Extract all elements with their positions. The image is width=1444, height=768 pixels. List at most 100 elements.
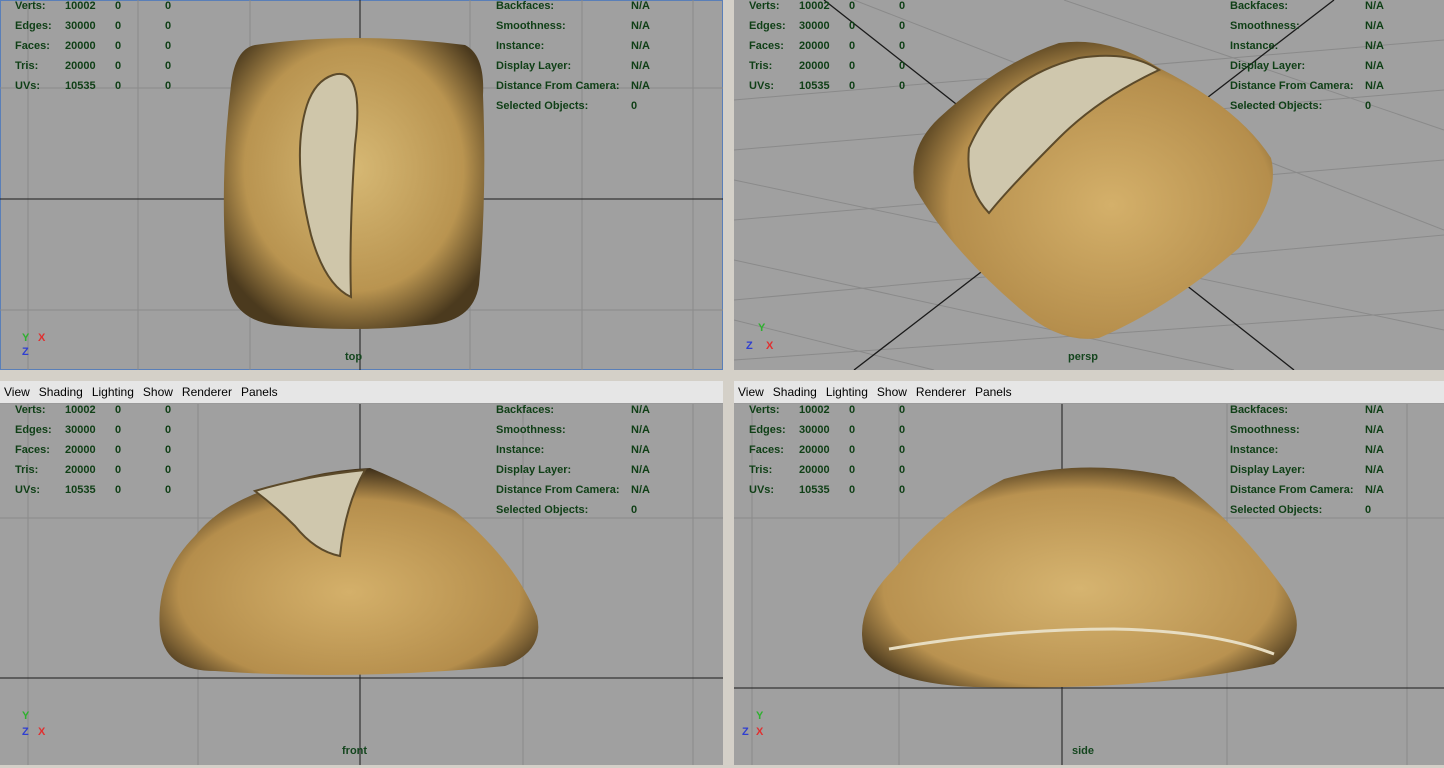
- menu-show[interactable]: Show: [877, 385, 907, 399]
- info-label: Instance:: [496, 40, 545, 52]
- camera-name: side: [1072, 745, 1095, 757]
- stat-total: 30000: [799, 424, 830, 436]
- axis-x-label: X: [38, 332, 46, 344]
- bread-model-persp: [913, 41, 1273, 339]
- stat-triangles: 0: [899, 484, 906, 496]
- menu-shading[interactable]: Shading: [39, 385, 83, 399]
- stat-triangles: 0: [899, 404, 906, 416]
- stat-label: Verts:: [749, 0, 780, 12]
- stat-selected: 0: [115, 40, 122, 52]
- stat-label: UVs:: [15, 80, 41, 92]
- stat-triangles: 0: [165, 60, 172, 72]
- stat-total: 20000: [65, 464, 96, 476]
- stat-label: UVs:: [15, 484, 41, 496]
- info-value: N/A: [1365, 40, 1384, 52]
- stat-total: 20000: [65, 60, 96, 72]
- bread-model-top: [223, 38, 485, 329]
- menu-view[interactable]: View: [4, 385, 30, 399]
- stat-total: 20000: [799, 444, 830, 456]
- stat-label: UVs:: [749, 484, 775, 496]
- menu-renderer[interactable]: Renderer: [182, 385, 232, 399]
- info-value: 0: [631, 100, 638, 112]
- info-label: Selected Objects:: [1230, 100, 1323, 112]
- stat-total: 20000: [799, 464, 830, 476]
- camera-name: persp: [1068, 351, 1098, 363]
- menu-shading[interactable]: Shading: [773, 385, 817, 399]
- stat-triangles: 0: [165, 444, 172, 456]
- info-value: N/A: [1365, 80, 1384, 92]
- stat-triangles: 0: [165, 80, 172, 92]
- stat-total: 10535: [65, 484, 96, 496]
- info-label: Distance From Camera:: [1230, 80, 1354, 92]
- info-value: N/A: [1365, 0, 1384, 12]
- menu-lighting[interactable]: Lighting: [826, 385, 868, 399]
- stat-selected: 0: [115, 80, 122, 92]
- info-label: Display Layer:: [1230, 464, 1306, 476]
- stat-total: 10002: [799, 404, 830, 416]
- stat-selected: 0: [115, 404, 122, 416]
- viewport-persp[interactable]: Y Z X persp: [734, 0, 1444, 370]
- menu-lighting[interactable]: Lighting: [92, 385, 134, 399]
- stat-triangles: 0: [899, 80, 906, 92]
- menu-panels[interactable]: Panels: [241, 385, 278, 399]
- stat-total: 10002: [65, 0, 96, 12]
- info-label: Distance From Camera:: [496, 484, 620, 496]
- stat-selected: 0: [849, 20, 856, 32]
- info-label: Backfaces:: [1230, 0, 1289, 12]
- viewport-top[interactable]: Y X Z top: [0, 0, 723, 370]
- stat-selected: 0: [849, 484, 856, 496]
- stat-total: 20000: [799, 40, 830, 52]
- stat-total: 20000: [799, 60, 830, 72]
- info-value: N/A: [1365, 424, 1384, 436]
- stat-triangles: 0: [899, 40, 906, 52]
- stat-label: Tris:: [749, 464, 773, 476]
- stat-total: 30000: [65, 424, 96, 436]
- stat-triangles: 0: [899, 464, 906, 476]
- viewport-front[interactable]: View Shading Lighting Show Renderer Pane…: [0, 381, 723, 765]
- info-value: N/A: [631, 464, 650, 476]
- menu-renderer[interactable]: Renderer: [916, 385, 966, 399]
- stat-total: 10535: [799, 484, 830, 496]
- stat-label: Edges:: [749, 424, 786, 436]
- info-value: N/A: [631, 424, 650, 436]
- viewport-side[interactable]: View Shading Lighting Show Renderer Pane…: [734, 381, 1444, 765]
- menu-show[interactable]: Show: [143, 385, 173, 399]
- stat-label: Tris:: [15, 464, 39, 476]
- info-label: Display Layer:: [1230, 60, 1306, 72]
- info-value: N/A: [1365, 444, 1384, 456]
- axis-x-label: X: [38, 726, 46, 738]
- stat-selected: 0: [849, 404, 856, 416]
- info-label: Instance:: [496, 444, 545, 456]
- stat-label: Faces:: [749, 444, 784, 456]
- stat-triangles: 0: [165, 484, 172, 496]
- info-label: Selected Objects:: [496, 100, 589, 112]
- info-value: N/A: [631, 40, 650, 52]
- stat-total: 20000: [65, 444, 96, 456]
- menu-view[interactable]: View: [738, 385, 764, 399]
- info-label: Selected Objects:: [1230, 504, 1323, 516]
- stat-selected: 0: [115, 60, 122, 72]
- info-value: 0: [631, 504, 638, 516]
- stat-label: Faces:: [15, 40, 50, 52]
- info-value: N/A: [631, 404, 650, 416]
- info-value: N/A: [1365, 60, 1384, 72]
- info-value: N/A: [1365, 484, 1384, 496]
- stat-selected: 0: [115, 484, 122, 496]
- menu-panels[interactable]: Panels: [975, 385, 1012, 399]
- stat-selected: 0: [849, 444, 856, 456]
- axis-y-label: Y: [756, 710, 764, 722]
- stat-total: 10002: [799, 0, 830, 12]
- stat-label: Faces:: [15, 444, 50, 456]
- stat-total: 30000: [65, 20, 96, 32]
- stat-selected: 0: [115, 464, 122, 476]
- axis-x-label: X: [766, 340, 774, 352]
- stat-triangles: 0: [165, 0, 172, 12]
- stat-label: Edges:: [15, 20, 52, 32]
- info-label: Selected Objects:: [496, 504, 589, 516]
- info-label: Backfaces:: [1230, 404, 1289, 416]
- stat-total: 10535: [65, 80, 96, 92]
- stat-triangles: 0: [165, 40, 172, 52]
- info-label: Smoothness:: [496, 424, 566, 436]
- stat-selected: 0: [849, 424, 856, 436]
- stat-total: 10535: [799, 80, 830, 92]
